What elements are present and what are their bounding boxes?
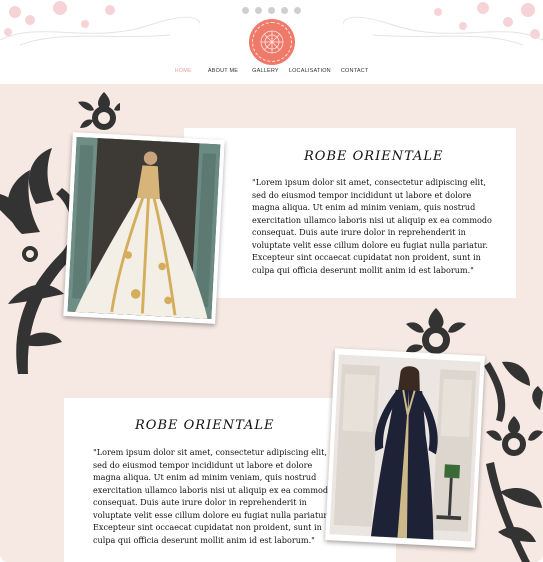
pinterest-icon[interactable]	[281, 7, 288, 14]
facebook-icon[interactable]	[255, 7, 262, 14]
social-links	[0, 7, 543, 14]
kaftan-image	[329, 354, 481, 542]
site-logo[interactable]	[249, 19, 295, 65]
gown-image	[67, 136, 221, 320]
logo-ring	[252, 22, 292, 62]
dress-photo-2[interactable]	[325, 348, 485, 548]
section-card-1: ROBE ORIENTALE "Lorem ipsum dolor sit am…	[184, 128, 516, 298]
section-title: ROBE ORIENTALE	[304, 149, 444, 164]
nav-item-contact[interactable]: CONTACT	[341, 68, 369, 74]
main-content: ROBE ORIENTALE "Lorem ipsum dolor sit am…	[0, 84, 543, 562]
section-title: ROBE ORIENTALE	[135, 418, 275, 433]
google-plus-icon[interactable]	[294, 7, 301, 14]
nav-item-home[interactable]: HOME	[175, 68, 192, 74]
site-header: HOME ABOUT ME GALLERY LOCALISATION CONTA…	[0, 0, 543, 84]
twitter-icon[interactable]	[242, 7, 249, 14]
tumblr-icon[interactable]	[268, 7, 275, 14]
section-text: "Lorem ipsum dolor sit amet, consectetur…	[252, 177, 492, 275]
section-text: "Lorem ipsum dolor sit amet, consectetur…	[93, 447, 333, 545]
dress-photo-1[interactable]	[63, 132, 225, 324]
nav-item-localisation[interactable]: LOCALISATION	[289, 68, 331, 74]
main-nav: HOME ABOUT ME GALLERY LOCALISATION CONTA…	[0, 68, 543, 74]
nav-item-about-me[interactable]: ABOUT ME	[208, 68, 238, 74]
nav-item-gallery[interactable]: GALLERY	[252, 68, 279, 74]
